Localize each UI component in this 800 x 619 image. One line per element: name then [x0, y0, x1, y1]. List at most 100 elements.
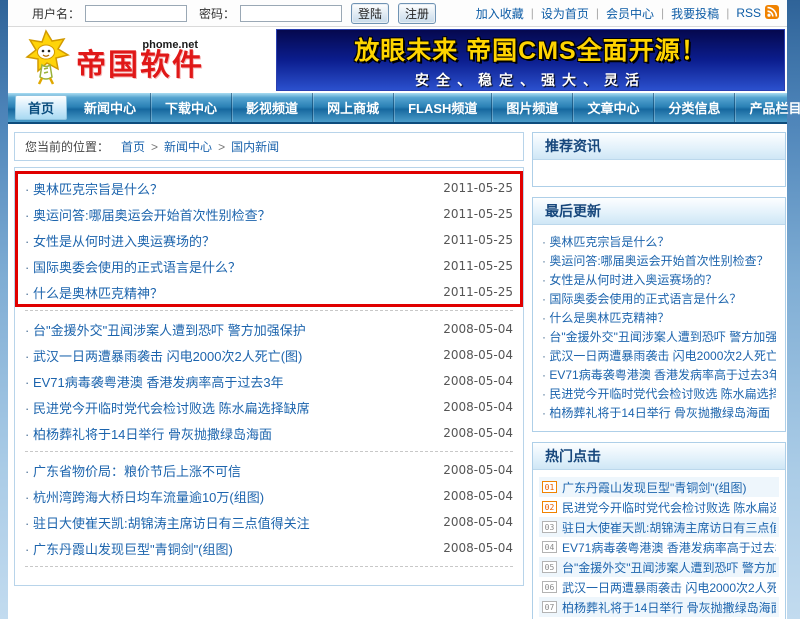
news-link[interactable]: 武汉一日两遭暴雨袭击 闪电2000次2人死亡(图) [25, 346, 302, 365]
left-column: 您当前的位置： 首页 >新闻中心 >国内新闻 [14, 132, 524, 586]
nav-item[interactable]: 下载中心 [151, 93, 232, 122]
latest-updates-list: 奥林匹克宗旨是什么？ 奥运问答:哪届奥运会开始首次性别检查？ 女性是从何时进入奥… [533, 225, 785, 431]
sidebar-news-link[interactable]: EV71病毒袭粤港澳 香港发病率高于过去3年 [542, 368, 776, 382]
sidebar-news-link[interactable]: 民进党今开临时党代会检讨败选 陈水扁选择缺 [562, 499, 776, 516]
nav-item[interactable]: 首页 [15, 95, 67, 120]
content-area: 用户名： 密码： 登陆 注册 加入收藏 |设为首页 |会员中心 |我要投稿 |R… [8, 0, 787, 619]
list-item: 民进党今开临时党代会检讨败选 陈水扁选择缺席 [542, 385, 776, 404]
page: 用户名： 密码： 登陆 注册 加入收藏 |设为首页 |会员中心 |我要投稿 |R… [0, 0, 800, 619]
sidebar-news-link[interactable]: 国际奥委会使用的正式语言是什么？ [542, 292, 741, 306]
news-item: EV71病毒袭粤港澳 香港发病率高于过去3年 2008-05-04 [25, 368, 513, 394]
sidebar-news-link[interactable]: 什么是奥林匹克精神？ [542, 311, 669, 325]
username-label: 用户名： [32, 5, 80, 22]
sidebar-news-link[interactable]: 奥林匹克宗旨是什么？ [542, 235, 669, 249]
news-item: 奥林匹克宗旨是什么？ 2011-05-25 [25, 175, 513, 201]
list-item: 柏杨葬礼将于14日举行 骨灰抛撒绿岛海面 [542, 404, 776, 423]
nav-item[interactable]: FLASH频道 [394, 93, 492, 122]
top-link[interactable]: 加入收藏 [476, 5, 524, 22]
nav-item[interactable]: 图片频道 [492, 93, 573, 122]
sidebar-news-link[interactable]: 柏杨葬礼将于14日举行 骨灰抛撒绿岛海面 [562, 599, 776, 616]
news-link[interactable]: 国际奥委会使用的正式语言是什么？ [25, 257, 241, 276]
news-group-highlighted: 奥林匹克宗旨是什么？ 2011-05-25 奥运问答:哪届奥运会开始首次性别检查… [15, 175, 523, 305]
news-link[interactable]: 什么是奥林匹克精神？ [25, 283, 163, 302]
nav-item[interactable]: 新闻中心 [70, 93, 151, 122]
top-link[interactable]: 我要投稿 [671, 5, 719, 22]
list-item: 台"金援外交"丑闻涉案人遭到恐吓 警方加强保护 [542, 328, 776, 347]
mascot-icon [22, 29, 70, 92]
top-link[interactable]: 会员中心 [606, 5, 654, 22]
register-button[interactable]: 注册 [398, 3, 436, 24]
sidebar-news-link[interactable]: 广东丹霞山发现巨型"青铜剑"(组图) [562, 479, 747, 496]
news-link[interactable]: 奥运问答:哪届奥运会开始首次性别检查？ [25, 205, 271, 224]
sidebar-news-link[interactable]: 驻日大使崔天凯:胡锦涛主席访日有三点值得关 [562, 519, 776, 536]
nav-item[interactable]: 产品栏目 [735, 93, 800, 122]
news-item: 女性是从何时进入奥运赛场的？ 2011-05-25 [25, 227, 513, 253]
sidebar-news-link[interactable]: 民进党今开临时党代会检讨败选 陈水扁选择缺席 [542, 387, 776, 401]
news-link[interactable]: 奥林匹克宗旨是什么？ [25, 179, 163, 198]
login-button[interactable]: 登陆 [351, 3, 389, 24]
news-date: 2011-05-25 [443, 207, 513, 221]
sidebar-news-link[interactable]: EV71病毒袭粤港澳 香港发病率高于过去3年 [562, 539, 776, 556]
list-item: 奥运问答:哪届奥运会开始首次性别检查？ [542, 252, 776, 271]
sidebar-news-link[interactable]: 台"金援外交"丑闻涉案人遭到恐吓 警方加强保护 [542, 330, 776, 344]
news-item: 奥运问答:哪届奥运会开始首次性别检查？ 2011-05-25 [25, 201, 513, 227]
list-item: 什么是奥林匹克精神？ [542, 309, 776, 328]
news-link[interactable]: 广东省物价局：粮价节后上涨不可信 [25, 461, 241, 480]
rank-badge: 03 [542, 521, 557, 533]
dashed-divider [25, 566, 513, 567]
username-input[interactable] [85, 5, 187, 22]
news-item: 广东省物价局：粮价节后上涨不可信 2008-05-04 [25, 457, 513, 483]
ad-banner[interactable]: 放眼未来 帝国CMS全面开源！ 安全、稳定、强大、灵活 [276, 29, 785, 91]
nav-item[interactable]: 文章中心 [573, 93, 654, 122]
news-link[interactable]: 台"金援外交"丑闻涉案人遭到恐吓 警方加强保护 [25, 320, 306, 339]
news-date: 2008-05-04 [443, 400, 513, 414]
password-input[interactable] [240, 5, 342, 22]
news-date: 2011-05-25 [443, 233, 513, 247]
list-item: 奥林匹克宗旨是什么？ [542, 233, 776, 252]
top-link-separator: | [596, 6, 599, 20]
nav-item[interactable]: 分类信息 [654, 93, 735, 122]
sidebar-news-link[interactable]: 武汉一日两遭暴雨袭击 闪电2000次2人死亡(图 [562, 579, 776, 596]
news-link[interactable]: 女性是从何时进入奥运赛场的？ [25, 231, 215, 250]
hot-clicks-list: 01 广东丹霞山发现巨型"青铜剑"(组图) 02 民进党今开临时党代会检讨败选 … [533, 470, 785, 619]
news-link[interactable]: 民进党今开临时党代会检讨败选 陈水扁选择缺席 [25, 398, 310, 417]
rank-badge: 07 [542, 601, 557, 613]
top-links: 加入收藏 |设为首页 |会员中心 |我要投稿 |RSS [462, 5, 761, 22]
news-date: 2008-05-04 [443, 489, 513, 503]
rank-badge: 06 [542, 581, 557, 593]
top-link[interactable]: 设为首页 [541, 5, 589, 22]
rank-badge: 05 [542, 561, 557, 573]
breadcrumb-link[interactable]: 首页 [121, 138, 145, 155]
sidebar-news-link[interactable]: 女性是从何时进入奥运赛场的？ [542, 273, 717, 287]
news-date: 2008-05-04 [443, 515, 513, 529]
list-item: 02 民进党今开临时党代会检讨败选 陈水扁选择缺 [539, 497, 779, 517]
top-bar: 用户名： 密码： 登陆 注册 加入收藏 |设为首页 |会员中心 |我要投稿 |R… [8, 0, 787, 27]
rss-icon[interactable] [765, 5, 779, 22]
logo-title: 帝国软件 [76, 51, 204, 81]
news-list-box: 奥林匹克宗旨是什么？ 2011-05-25 奥运问答:哪届奥运会开始首次性别检查… [14, 167, 524, 586]
news-link[interactable]: EV71病毒袭粤港澳 香港发病率高于过去3年 [25, 372, 284, 391]
sidebar-news-link[interactable]: 柏杨葬礼将于14日举行 骨灰抛撒绿岛海面 [542, 406, 770, 420]
recommended-empty [533, 160, 785, 186]
news-link[interactable]: 驻日大使崔天凯:胡锦涛主席访日有三点值得关注 [25, 513, 310, 532]
list-item: 01 广东丹霞山发现巨型"青铜剑"(组图) [539, 477, 779, 497]
nav-item[interactable]: 影视频道 [232, 93, 313, 122]
news-date: 2008-05-04 [443, 348, 513, 362]
breadcrumb-link[interactable]: 国内新闻 [231, 138, 279, 155]
sidebar-news-link[interactable]: 武汉一日两遭暴雨袭击 闪电2000次2人死亡(图) [542, 349, 776, 363]
hot-clicks-title: 热门点击 [533, 443, 785, 470]
news-link[interactable]: 广东丹霞山发现巨型"青铜剑"(组图) [25, 539, 233, 558]
breadcrumb-separator: > [218, 140, 225, 154]
recommended-title: 推荐资讯 [533, 133, 785, 160]
banner-title: 放眼未来 帝国CMS全面开源！ [354, 31, 707, 67]
news-link[interactable]: 柏杨葬礼将于14日举行 骨灰抛撒绿岛海面 [25, 424, 272, 443]
site-header: phome.net 帝国软件 放眼未来 帝国CMS全面开源！ 安全、稳定、强大、… [8, 27, 787, 93]
sidebar-news-link[interactable]: 奥运问答:哪届奥运会开始首次性别检查？ [542, 254, 769, 268]
news-link[interactable]: 杭州湾跨海大桥日均车流量逾10万(组图) [25, 487, 264, 506]
nav-item[interactable]: 网上商城 [313, 93, 394, 122]
top-link[interactable]: RSS [736, 6, 761, 20]
sidebar-news-link[interactable]: 台"金援外交"丑闻涉案人遭到恐吓 警方加强 [562, 559, 776, 576]
breadcrumb-link[interactable]: 新闻中心 [164, 138, 212, 155]
main-nav: 首页 新闻中心 下载中心 影视频道 网上商城 FLASH频道 图片频道 文章中心… [8, 93, 787, 124]
recommended-box: 推荐资讯 [532, 132, 786, 187]
